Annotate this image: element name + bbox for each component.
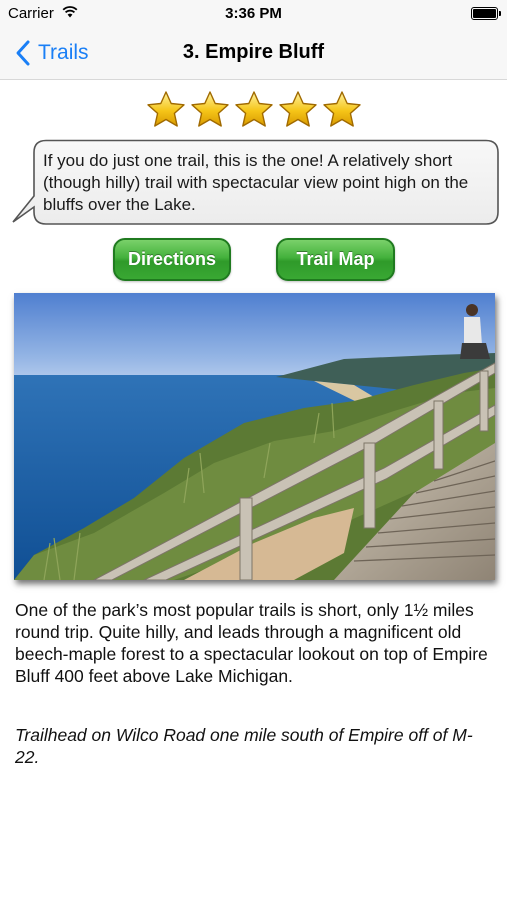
clock: 3:36 PM bbox=[225, 5, 282, 22]
trail-summary: If you do just one trail, this is the on… bbox=[43, 151, 469, 214]
star-rating bbox=[146, 90, 362, 128]
page-title: 3. Empire Bluff bbox=[182, 41, 325, 63]
battery-icon bbox=[471, 7, 501, 20]
trail-description: One of the park’s most popular trails is… bbox=[15, 600, 488, 686]
navigation-bar: Trails 3. Empire Bluff bbox=[0, 28, 507, 80]
status-bar: Carrier 3:36 PM bbox=[0, 0, 507, 28]
trail-map-button[interactable]: Trail Map bbox=[276, 238, 395, 281]
star-icon bbox=[279, 91, 317, 127]
summary-bubble: If you do just one trail, this is the on… bbox=[10, 139, 500, 229]
lake-overlook-photo bbox=[14, 293, 495, 580]
star-icon bbox=[323, 91, 361, 127]
directions-button[interactable]: Directions bbox=[113, 238, 231, 281]
star-icon bbox=[191, 91, 229, 127]
star-icon bbox=[147, 91, 185, 127]
trailhead-location: Trailhead on Wilco Road one mile south o… bbox=[15, 725, 473, 767]
star-icon bbox=[235, 91, 273, 127]
